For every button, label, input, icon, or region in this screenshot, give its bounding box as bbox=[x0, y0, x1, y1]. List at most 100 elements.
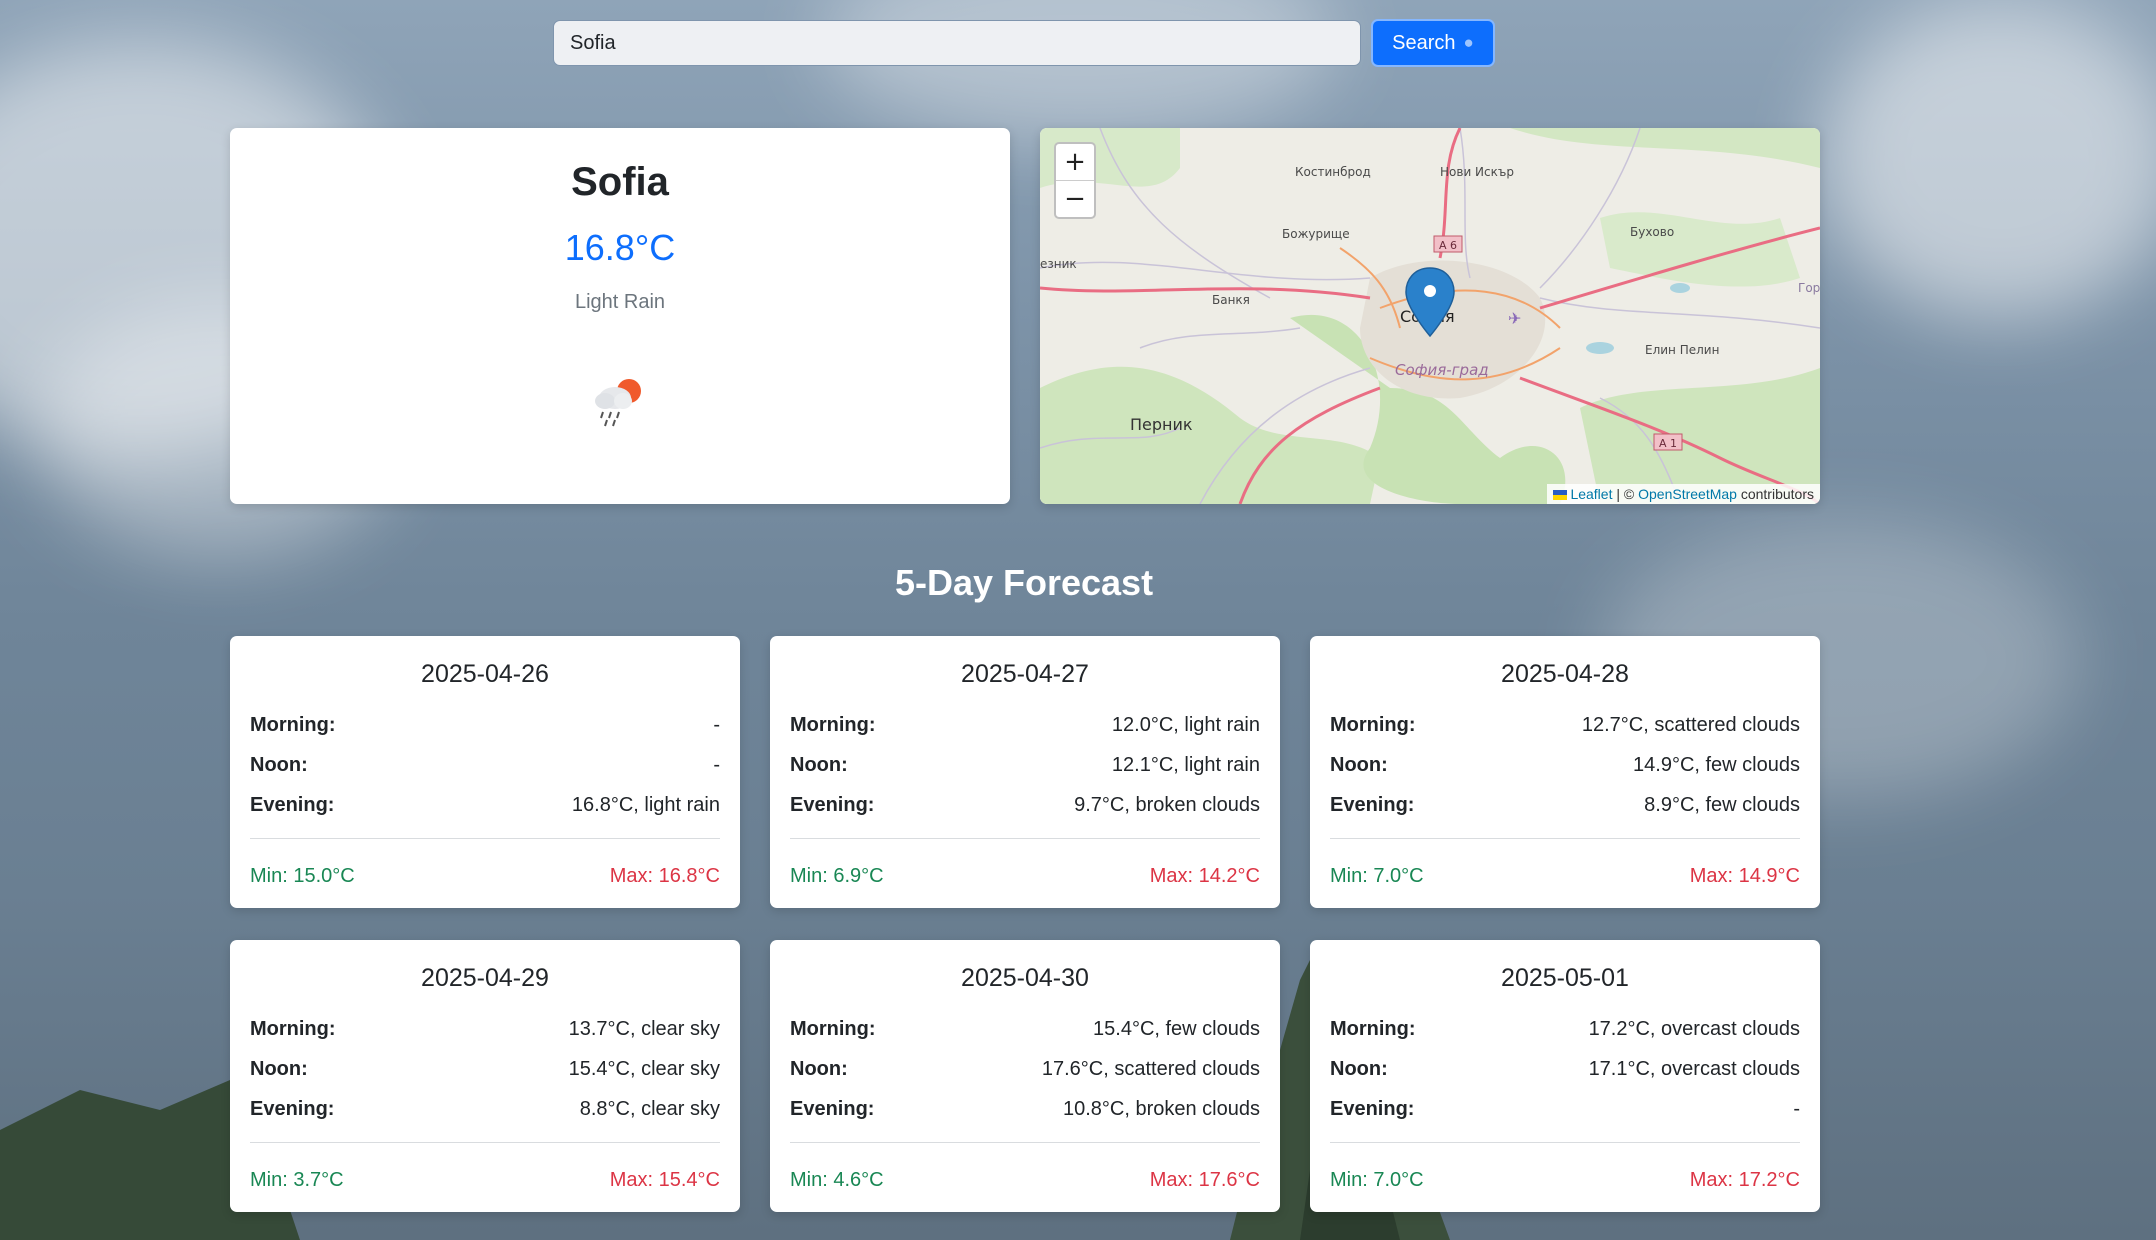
morning-label: Morning: bbox=[790, 714, 876, 736]
noon-value: 12.1°C, light rain bbox=[1111, 754, 1260, 776]
forecast-card: 2025-04-27 Morning: 12.0°C, light rain No… bbox=[770, 636, 1280, 908]
city-name: Sofia bbox=[571, 160, 669, 204]
evening-value: 10.8°C, broken clouds bbox=[1062, 1098, 1260, 1120]
divider bbox=[1330, 1142, 1800, 1143]
current-temperature: 16.8°C bbox=[564, 227, 676, 268]
min-temp: Min: 7.0°C bbox=[1330, 1169, 1424, 1191]
evening-label: Evening: bbox=[1330, 1098, 1415, 1120]
weather-description: Light Rain bbox=[574, 291, 666, 313]
noon-value: 14.9°C, few clouds bbox=[1633, 754, 1800, 776]
max-temp: Max: 14.2°C bbox=[1149, 865, 1260, 887]
forecast-date: 2025-04-26 bbox=[421, 660, 549, 688]
min-temp: Min: 4.6°C bbox=[790, 1169, 884, 1191]
noon-value: 17.1°C, overcast clouds bbox=[1588, 1058, 1800, 1080]
morning-value: - bbox=[713, 714, 720, 736]
map-attribution: Leaflet | © OpenStreetMap contributors bbox=[1547, 484, 1820, 504]
search-button-label: Search bbox=[1392, 31, 1456, 54]
divider bbox=[1330, 838, 1800, 839]
morning-value: 13.7°C, clear sky bbox=[568, 1018, 720, 1040]
min-temp: Min: 3.7°C bbox=[250, 1169, 344, 1191]
map-label-sofia-grad: София-град bbox=[1395, 361, 1489, 379]
noon-label: Noon: bbox=[790, 1058, 848, 1080]
max-temp: Max: 14.9°C bbox=[1689, 865, 1800, 887]
noon-label: Noon: bbox=[250, 754, 308, 776]
map-label-edge-left: езник bbox=[1040, 257, 1077, 271]
zoom-in-button[interactable]: + bbox=[1056, 144, 1094, 180]
evening-label: Evening: bbox=[790, 794, 875, 816]
forecast-date: 2025-04-30 bbox=[961, 964, 1089, 992]
rain-cloud-sun-icon bbox=[595, 379, 641, 427]
evening-value: 16.8°C, light rain bbox=[571, 794, 720, 816]
noon-value: 15.4°C, clear sky bbox=[568, 1058, 720, 1080]
forecast-card: 2025-04-28 Morning: 12.7°C, scattered clo… bbox=[1310, 636, 1820, 908]
search-button[interactable]: Search ● bbox=[1371, 19, 1495, 67]
forecast-date: 2025-04-27 bbox=[961, 660, 1089, 688]
morning-label: Morning: bbox=[1330, 1018, 1416, 1040]
morning-label: Morning: bbox=[790, 1018, 876, 1040]
map-label-bankya: Банкя bbox=[1212, 293, 1250, 307]
map-label-edge-right: Гор bbox=[1798, 281, 1820, 295]
min-temp: Min: 7.0°C bbox=[1330, 865, 1424, 887]
morning-label: Morning: bbox=[250, 714, 336, 736]
morning-label: Morning: bbox=[1330, 714, 1416, 736]
evening-label: Evening: bbox=[790, 1098, 875, 1120]
forecast-date: 2025-04-28 bbox=[1501, 660, 1629, 688]
noon-label: Noon: bbox=[250, 1058, 308, 1080]
divider bbox=[250, 1142, 720, 1143]
map-label-bozhurishte: Божурище bbox=[1282, 227, 1350, 241]
map-zoom-controls: + − bbox=[1054, 142, 1096, 219]
max-temp: Max: 15.4°C bbox=[609, 1169, 720, 1191]
forecast-date: 2025-05-01 bbox=[1501, 964, 1629, 992]
forecast-card: 2025-04-26 Morning: - Noon: - Evening: 16.8… bbox=[230, 636, 740, 908]
morning-value: 15.4°C, few clouds bbox=[1093, 1018, 1260, 1040]
morning-value: 12.0°C, light rain bbox=[1111, 714, 1260, 736]
max-temp: Max: 17.2°C bbox=[1689, 1169, 1800, 1191]
search-icon: ● bbox=[1463, 33, 1474, 52]
divider bbox=[790, 1142, 1260, 1143]
min-temp: Min: 15.0°C bbox=[250, 865, 355, 887]
noon-label: Noon: bbox=[1330, 1058, 1388, 1080]
morning-label: Morning: bbox=[250, 1018, 336, 1040]
map-label-kostinbrod: Костинброд bbox=[1295, 165, 1371, 179]
map-tiles[interactable]: Костинброд Нови Искър Божурище Банкя Бух… bbox=[1040, 128, 1820, 504]
noon-value: 17.6°C, scattered clouds bbox=[1041, 1058, 1260, 1080]
ukraine-flag-icon bbox=[1553, 490, 1568, 500]
map-label-novi-iskar: Нови Искър bbox=[1440, 165, 1514, 179]
map-label-buhovo: Бухово bbox=[1630, 225, 1674, 239]
morning-value: 12.7°C, scattered clouds bbox=[1581, 714, 1800, 736]
forecast-card: 2025-04-29 Morning: 13.7°C, clear sky Noo… bbox=[230, 940, 740, 1212]
search-input[interactable] bbox=[553, 20, 1361, 66]
forecast-card: 2025-05-01 Morning: 17.2°C, overcast clou… bbox=[1310, 940, 1820, 1212]
noon-label: Noon: bbox=[1330, 754, 1388, 776]
forecast-date: 2025-04-29 bbox=[421, 964, 549, 992]
current-weather-card: Sofia 16.8°C Light Rain bbox=[230, 128, 1010, 504]
morning-value: 17.2°C, overcast clouds bbox=[1588, 1018, 1800, 1040]
map-label-a6: A 6 bbox=[1439, 239, 1457, 252]
map-card[interactable]: Костинброд Нови Искър Божурище Банкя Бух… bbox=[1040, 128, 1820, 504]
attribution-separator: | © bbox=[1616, 486, 1635, 502]
forecast-card: 2025-04-30 Morning: 15.4°C, few clouds No… bbox=[770, 940, 1280, 1212]
evening-label: Evening: bbox=[1330, 794, 1415, 816]
evening-value: 8.8°C, clear sky bbox=[579, 1098, 720, 1120]
max-temp: Max: 17.6°C bbox=[1149, 1169, 1260, 1191]
divider bbox=[250, 838, 720, 839]
evening-label: Evening: bbox=[250, 794, 335, 816]
leaflet-link[interactable]: Leaflet bbox=[1570, 486, 1612, 502]
zoom-out-button[interactable]: − bbox=[1056, 180, 1094, 217]
max-temp: Max: 16.8°C bbox=[609, 865, 720, 887]
forecast-title: 5-Day Forecast bbox=[894, 562, 1154, 603]
map-label-pernik: Перник bbox=[1130, 415, 1193, 434]
search-bar: Search ● bbox=[553, 19, 1495, 67]
noon-label: Noon: bbox=[790, 754, 848, 776]
attribution-suffix: contributors bbox=[1740, 486, 1814, 502]
airport-icon: ✈ bbox=[1508, 309, 1521, 328]
evening-value: 9.7°C, broken clouds bbox=[1074, 794, 1260, 816]
evening-value: 8.9°C, few clouds bbox=[1644, 794, 1800, 816]
map-label-a1: A 1 bbox=[1659, 437, 1677, 450]
min-temp: Min: 6.9°C bbox=[790, 865, 884, 887]
evening-label: Evening: bbox=[250, 1098, 335, 1120]
divider bbox=[790, 838, 1260, 839]
noon-value: - bbox=[713, 754, 720, 776]
openstreetmap-link[interactable]: OpenStreetMap bbox=[1638, 486, 1737, 502]
evening-value: - bbox=[1793, 1098, 1800, 1120]
